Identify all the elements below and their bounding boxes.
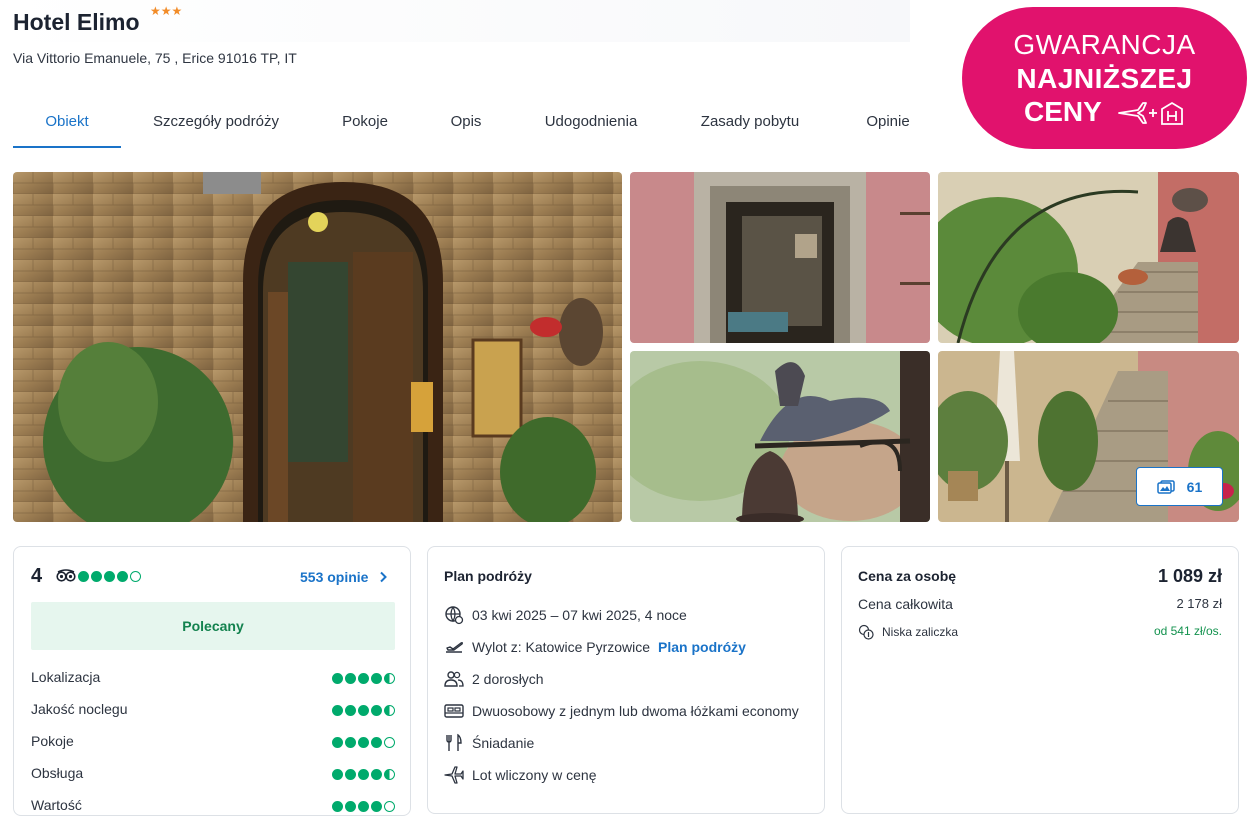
main-photo-entrance[interactable] bbox=[13, 172, 622, 522]
plan-departure-row: Wylot z: Katowice Pyrzowice Plan podróży bbox=[444, 636, 746, 658]
all-photos-button[interactable]: 61 bbox=[1136, 467, 1223, 506]
plan-board: Śniadanie bbox=[472, 735, 535, 751]
tab-opis[interactable]: Opis bbox=[441, 98, 491, 148]
category-dots bbox=[332, 801, 395, 812]
plane-icon bbox=[444, 766, 464, 784]
tab-obiekt[interactable]: Obiekt bbox=[13, 98, 121, 148]
rating-score: 4 bbox=[31, 565, 43, 587]
coins-icon bbox=[858, 624, 874, 640]
rating-dot-empty bbox=[130, 571, 141, 582]
deposit-value: od 541 zł/os. bbox=[1153, 624, 1222, 638]
cutlery-icon bbox=[446, 733, 462, 751]
plan-dates: 03 kwi 2025 – 07 kwi 2025, 4 noce bbox=[472, 607, 687, 623]
chevron-right-icon bbox=[380, 571, 388, 583]
reviews-link-label: 553 opinie bbox=[300, 569, 369, 585]
travel-plan-card: Plan podróży 03 kwi 2025 – 07 kwi 2025, … bbox=[427, 546, 825, 814]
rating-dot-full bbox=[104, 571, 115, 582]
rating-category-row: Wartość bbox=[31, 797, 395, 817]
tab-udogodnienia[interactable]: Udogodnienia bbox=[536, 98, 646, 148]
price-total: 2 178 zł bbox=[1176, 596, 1222, 611]
category-label: Pokoje bbox=[31, 733, 74, 749]
rating-dot-full bbox=[78, 571, 89, 582]
price-per-person: 1 089 zł bbox=[1157, 566, 1222, 586]
guests-icon bbox=[444, 671, 464, 687]
photo-door[interactable] bbox=[630, 172, 930, 343]
images-icon bbox=[1157, 479, 1175, 494]
calendar-globe-icon bbox=[445, 606, 464, 625]
rating-category-row: Jakość noclegu bbox=[31, 701, 395, 721]
plan-guests-row: 2 dorosłych bbox=[444, 668, 544, 690]
rating-dot-full bbox=[91, 571, 102, 582]
plan-guests: 2 dorosłych bbox=[472, 671, 544, 687]
category-label: Lokalizacja bbox=[31, 669, 101, 685]
price-card: Cena za osobę 1 089 zł Cena całkowita 2 … bbox=[841, 546, 1239, 814]
deposit-label: Niska zaliczka bbox=[882, 625, 959, 639]
rating-dot-full bbox=[117, 571, 128, 582]
deposit-row: Niska zaliczka bbox=[858, 624, 958, 640]
category-label: Obsługa bbox=[31, 765, 84, 781]
rating-category-row: Pokoje bbox=[31, 733, 395, 753]
badge-line-1: GWARANCJA bbox=[1013, 29, 1196, 60]
lowest-price-guarantee-badge: GWARANCJA NAJNIŻSZEJ CENY bbox=[962, 7, 1247, 149]
rating-category-row: Lokalizacja bbox=[31, 669, 395, 689]
tab-pokoje[interactable]: Pokoje bbox=[331, 98, 399, 148]
tripadvisor-icon bbox=[56, 569, 76, 582]
photos-count: 61 bbox=[1186, 478, 1203, 495]
plan-board-row: Śniadanie bbox=[444, 732, 534, 754]
photo-garden-stairs[interactable] bbox=[938, 172, 1239, 343]
category-label: Wartość bbox=[31, 797, 82, 813]
plan-room: Dwuosobowy z jednym lub dwoma łóżkami ec… bbox=[472, 703, 799, 719]
plan-details-link[interactable]: Plan podróży bbox=[658, 639, 746, 655]
overall-rating-dots bbox=[78, 571, 141, 582]
plan-departure: Wylot z: Katowice Pyrzowice bbox=[472, 639, 651, 655]
price-total-label: Cena całkowita bbox=[858, 596, 953, 612]
recommended-banner: Polecany bbox=[31, 602, 395, 650]
badge-line-2: NAJNIŻSZEJ bbox=[1016, 63, 1193, 94]
plan-flight: Lot wliczony w cenę bbox=[472, 767, 597, 783]
category-label: Jakość noclegu bbox=[31, 701, 128, 717]
plan-title: Plan podróży bbox=[444, 568, 532, 584]
plan-flight-row: Lot wliczony w cenę bbox=[444, 764, 597, 786]
reviews-link[interactable]: 553 opinie bbox=[300, 569, 388, 585]
plane-takeoff-icon bbox=[446, 641, 464, 653]
tab-szczegoly-podrozy[interactable]: Szczegóły podróży bbox=[143, 98, 289, 148]
badge-line-3: CENY bbox=[1024, 96, 1102, 127]
category-dots bbox=[332, 705, 395, 716]
plan-room-row: Dwuosobowy z jednym lub dwoma łóżkami ec… bbox=[444, 700, 799, 722]
category-dots bbox=[332, 673, 395, 684]
rating-card: 4 553 opinie Polecany Lokalizacja Jakość… bbox=[13, 546, 411, 816]
bed-icon bbox=[444, 704, 464, 718]
category-dots bbox=[332, 769, 395, 780]
hotel-name: Hotel Elimo bbox=[13, 9, 140, 35]
tab-zasady-pobytu[interactable]: Zasady pobytu bbox=[695, 98, 805, 148]
photo-bird-bell[interactable] bbox=[630, 351, 930, 522]
category-dots bbox=[332, 737, 395, 748]
tab-opinie[interactable]: Opinie bbox=[858, 98, 918, 148]
plane-plus-hotel-icon bbox=[1118, 101, 1183, 125]
hotel-address: Via Vittorio Emanuele, 75 , Erice 91016 … bbox=[13, 50, 297, 66]
rating-category-row: Obsługa bbox=[31, 765, 395, 785]
price-per-person-label: Cena za osobę bbox=[858, 568, 957, 584]
star-rating: ★★★ bbox=[150, 4, 183, 18]
plan-dates-row: 03 kwi 2025 – 07 kwi 2025, 4 noce bbox=[444, 604, 687, 626]
